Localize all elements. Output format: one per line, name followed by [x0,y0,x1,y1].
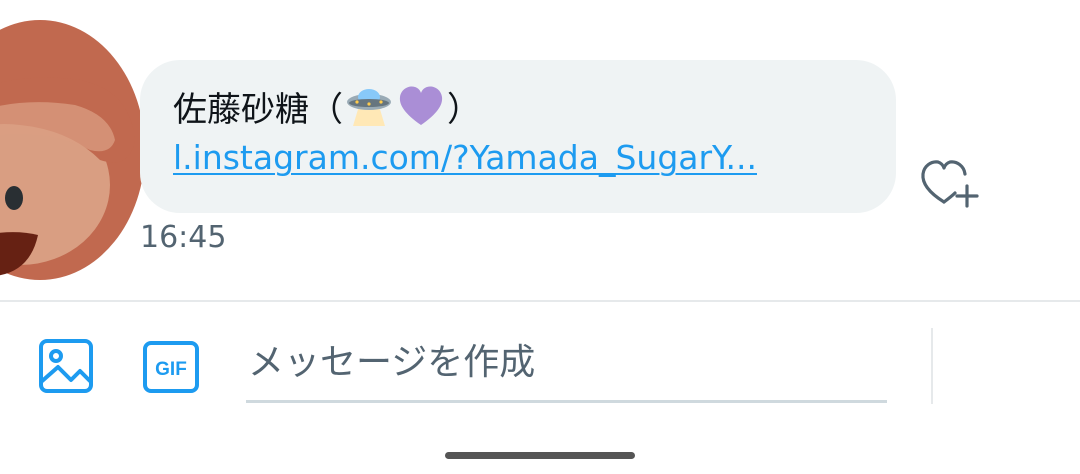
ufo-icon [345,84,393,128]
sender-name: 佐藤砂糖 [173,89,309,130]
purple-heart-icon [397,84,445,128]
add-gif-button[interactable]: GIF [142,340,200,394]
heart-plus-icon [921,160,979,208]
gif-icon: GIF [143,341,199,393]
see-no-evil-monkey-icon [0,20,145,280]
sender-line: 佐藤砂糖 （ ） [173,84,864,130]
message-input-wrapper [246,324,887,403]
message-composer: GIF [0,302,1080,474]
paren-open: （ [309,89,343,130]
message-timestamp: 16:45 [140,220,227,255]
voice-message-icon [982,342,1024,392]
avatar[interactable] [0,10,150,280]
paren-close: ） [447,89,481,130]
message-bubble[interactable]: 佐藤砂糖 （ ） l.instagram.com/?Yamada_SugarY.… [140,60,896,213]
home-indicator [445,452,635,459]
add-reaction-button[interactable] [918,152,984,212]
svg-text:GIF: GIF [155,359,187,380]
message-input[interactable] [246,324,887,400]
instagram-link[interactable]: l.instagram.com/?Yamada_SugarY... [173,138,864,177]
vertical-divider [931,328,933,404]
image-icon [39,339,93,393]
message-thread: 佐藤砂糖 （ ） l.instagram.com/?Yamada_SugarY.… [0,0,1080,300]
add-media-button[interactable] [38,338,94,394]
voice-message-button[interactable] [980,342,1032,392]
